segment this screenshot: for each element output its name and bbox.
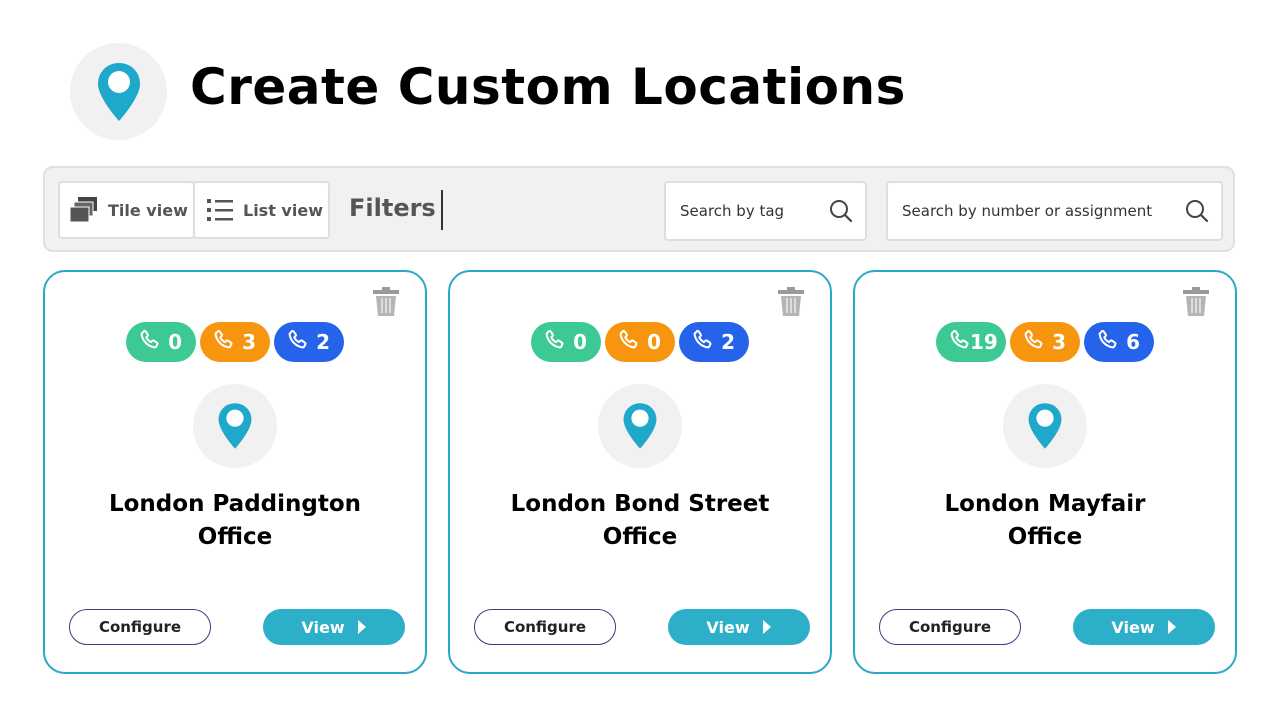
view-label: View bbox=[1111, 617, 1155, 637]
location-icon-circle bbox=[193, 384, 277, 468]
tile-view-label: Tile view bbox=[108, 200, 188, 220]
configure-button[interactable]: Configure bbox=[879, 609, 1021, 645]
toolbar: Tile view List view Filters bbox=[43, 166, 1235, 252]
chevron-right-icon bbox=[1167, 620, 1176, 634]
badge-value: 0 bbox=[168, 330, 182, 354]
configure-label: Configure bbox=[503, 618, 587, 636]
location-card[interactable]: 19 3 6 London Mayfair Office Configure V… bbox=[853, 270, 1237, 674]
location-title-line1: London Mayfair bbox=[944, 491, 1146, 517]
search-icon[interactable] bbox=[1185, 199, 1209, 223]
location-card[interactable]: 0 0 2 London Bond Street Office Configur… bbox=[448, 270, 832, 674]
badge-value: 3 bbox=[1052, 330, 1066, 354]
map-pin-icon bbox=[623, 403, 657, 449]
tile-view-button[interactable]: Tile view bbox=[58, 181, 195, 239]
call-count-badges: 0 3 2 bbox=[45, 322, 425, 362]
configure-label: Configure bbox=[98, 618, 182, 636]
list-icon bbox=[207, 199, 233, 221]
call-count-badges: 0 0 2 bbox=[450, 322, 830, 362]
location-title-line1: London Paddington bbox=[108, 491, 362, 517]
badge-value: 2 bbox=[721, 330, 735, 354]
list-view-button[interactable]: List view bbox=[193, 181, 330, 239]
trash-icon[interactable] bbox=[1183, 287, 1209, 321]
list-view-label: List view bbox=[243, 200, 323, 220]
chevron-right-icon bbox=[357, 620, 366, 634]
trash-icon[interactable] bbox=[778, 287, 804, 321]
location-icon-circle bbox=[1003, 384, 1087, 468]
location-title-line2: Office bbox=[602, 524, 678, 550]
tile-stack-icon bbox=[70, 197, 97, 223]
badge-blue: 6 bbox=[1084, 322, 1154, 362]
view-button[interactable]: View bbox=[1073, 609, 1215, 645]
phone-icon bbox=[691, 329, 713, 356]
page-title: Create Custom Locations bbox=[190, 58, 906, 116]
phone-icon bbox=[286, 329, 308, 356]
badge-value: 2 bbox=[316, 330, 330, 354]
search-icon[interactable] bbox=[829, 199, 853, 223]
badge-value: 19 bbox=[970, 330, 998, 354]
badge-orange: 0 bbox=[605, 322, 675, 362]
badge-orange: 3 bbox=[1010, 322, 1080, 362]
badge-value: 6 bbox=[1126, 330, 1140, 354]
chevron-right-icon bbox=[762, 620, 771, 634]
view-button[interactable]: View bbox=[668, 609, 810, 645]
location-title-line2: Office bbox=[1007, 524, 1083, 550]
badge-green: 19 bbox=[936, 322, 1006, 362]
search-by-number-box[interactable] bbox=[886, 181, 1223, 241]
view-label: View bbox=[706, 617, 750, 637]
map-pin-icon bbox=[97, 62, 140, 121]
badge-orange: 3 bbox=[200, 322, 270, 362]
configure-button[interactable]: Configure bbox=[474, 609, 616, 645]
location-title: London Bond Street Office bbox=[480, 488, 800, 554]
configure-label: Configure bbox=[908, 618, 992, 636]
map-pin-icon bbox=[1028, 403, 1062, 449]
phone-icon bbox=[1096, 329, 1118, 356]
view-label: View bbox=[301, 617, 345, 637]
filters-label[interactable]: Filters bbox=[349, 194, 436, 222]
location-title: London Mayfair Office bbox=[885, 488, 1205, 554]
badge-blue: 2 bbox=[274, 322, 344, 362]
badge-green: 0 bbox=[126, 322, 196, 362]
phone-icon bbox=[1022, 329, 1044, 356]
location-icon-circle bbox=[598, 384, 682, 468]
view-button[interactable]: View bbox=[263, 609, 405, 645]
search-by-number-input[interactable] bbox=[900, 201, 1185, 221]
location-title: London Paddington Office bbox=[75, 488, 395, 554]
configure-button[interactable]: Configure bbox=[69, 609, 211, 645]
search-by-tag-box[interactable] bbox=[664, 181, 867, 241]
map-pin-icon bbox=[218, 403, 252, 449]
phone-icon bbox=[212, 329, 234, 356]
header-location-icon bbox=[70, 43, 167, 140]
phone-icon bbox=[948, 329, 970, 356]
badge-value: 0 bbox=[647, 330, 661, 354]
badge-blue: 2 bbox=[679, 322, 749, 362]
badge-value: 3 bbox=[242, 330, 256, 354]
badge-value: 0 bbox=[573, 330, 587, 354]
search-by-tag-input[interactable] bbox=[678, 201, 829, 221]
location-card[interactable]: 0 3 2 London Paddington Office Configure bbox=[43, 270, 427, 674]
phone-icon bbox=[138, 329, 160, 356]
location-title-line2: Office bbox=[197, 524, 273, 550]
phone-icon bbox=[543, 329, 565, 356]
location-title-line1: London Bond Street bbox=[510, 491, 770, 517]
trash-icon[interactable] bbox=[373, 287, 399, 321]
filters-divider bbox=[441, 190, 443, 230]
badge-green: 0 bbox=[531, 322, 601, 362]
phone-icon bbox=[617, 329, 639, 356]
call-count-badges: 19 3 6 bbox=[855, 322, 1235, 362]
